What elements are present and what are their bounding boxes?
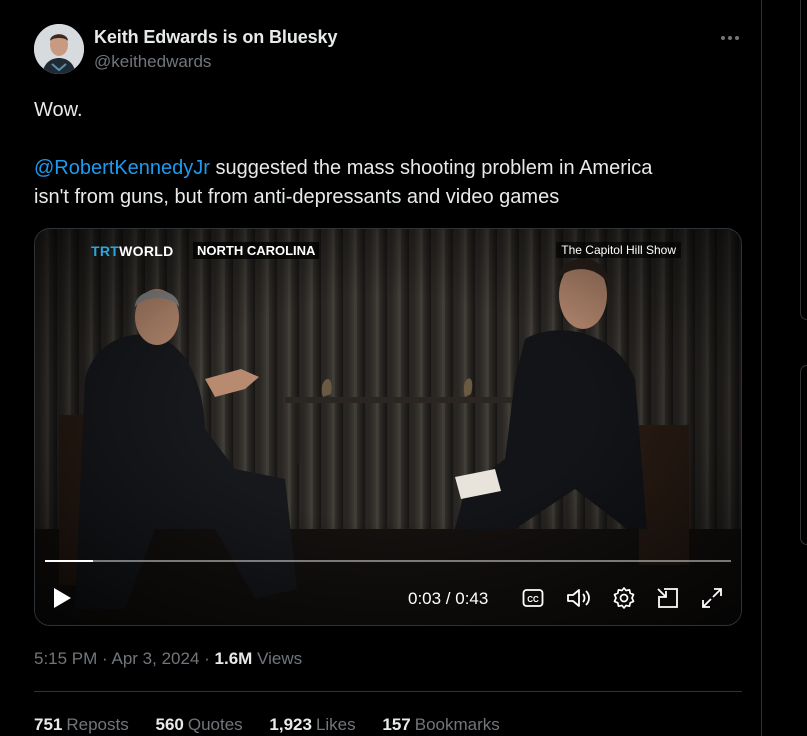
avatar[interactable] [34, 24, 84, 74]
bookmarks-label: Bookmarks [414, 715, 500, 734]
brand-suffix: WORLD [119, 243, 174, 259]
engagement-stats: 751 Reposts 560 Quotes 1,923 Likes 157 Bookm… [34, 715, 522, 735]
svg-text:CC: CC [527, 595, 539, 604]
more-options-button[interactable] [716, 26, 744, 50]
quotes-count: 560 [155, 715, 184, 734]
reposts-stat[interactable]: 751 Reposts [34, 715, 129, 735]
views-count: 1.6M [214, 649, 253, 668]
volume-button[interactable] [566, 586, 592, 610]
side-panel-card-bottom [800, 365, 807, 545]
reposts-label: Reposts [66, 715, 129, 734]
meta-separator: · [102, 649, 112, 668]
tweet-meta: 5:15 PM · Apr 3, 2024 · 1.6M Views [34, 649, 302, 669]
tweet-line-2: @RobertKennedyJr suggested the mass shoo… [34, 154, 734, 183]
tweet: Keith Edwards is on Bluesky @keithedward… [0, 0, 761, 736]
views-label: Views [257, 649, 303, 668]
fullscreen-icon [702, 588, 722, 608]
column-divider [761, 0, 762, 736]
channel-logo: TRTWORLD [91, 243, 174, 259]
author-handle[interactable]: @keithedwards [94, 52, 211, 72]
likes-stat[interactable]: 1,923 Likes [269, 715, 355, 735]
tweet-line-3: isn't from guns, but from anti-depressan… [34, 186, 560, 208]
volume-icon [567, 589, 590, 607]
video-frame [35, 229, 741, 625]
show-label: The Capitol Hill Show [556, 242, 681, 258]
more-dots-icon [721, 36, 739, 40]
reposts-count: 751 [34, 715, 63, 734]
bookmarks-count: 157 [382, 715, 411, 734]
brand-prefix: TRT [91, 243, 120, 259]
author-display-name[interactable]: Keith Edwards is on Bluesky [94, 27, 337, 48]
pip-icon [657, 588, 678, 608]
quotes-label: Quotes [187, 715, 243, 734]
gear-icon [613, 587, 635, 609]
video-player[interactable]: TRTWORLD NORTH CAROLINA The Capitol Hill… [34, 228, 742, 626]
video-progress-fill [45, 560, 94, 562]
tweet-date[interactable]: Apr 3, 2024 [112, 649, 200, 668]
settings-button[interactable] [612, 586, 636, 610]
tweet-spacer [34, 125, 734, 154]
picture-in-picture-button[interactable] [655, 585, 681, 611]
play-icon [54, 588, 71, 608]
bookmarks-stat[interactable]: 157 Bookmarks [382, 715, 499, 735]
captions-icon: CC [522, 589, 544, 607]
mention-link[interactable]: @RobertKennedyJr [34, 157, 210, 179]
play-button[interactable] [49, 585, 75, 611]
video-progress-bar[interactable] [45, 560, 731, 562]
captions-button[interactable]: CC [522, 587, 544, 609]
likes-count: 1,923 [269, 715, 312, 734]
region-label: NORTH CAROLINA [193, 242, 320, 259]
meta-separator: · [204, 649, 215, 668]
tweet-line-1: Wow. [34, 99, 83, 121]
stats-divider [34, 691, 742, 692]
tweet-line-2-text: suggested the mass shooting problem in A… [209, 157, 653, 179]
quotes-stat[interactable]: 560 Quotes [155, 715, 242, 735]
video-timecode: 0:03 / 0:43 [408, 589, 489, 608]
fullscreen-button[interactable] [700, 586, 724, 610]
side-panel-card-top [800, 0, 807, 320]
likes-label: Likes [315, 715, 356, 734]
tweet-time[interactable]: 5:15 PM [34, 649, 97, 668]
tweet-text: Wow. @RobertKennedyJr suggested the mass… [34, 96, 734, 212]
